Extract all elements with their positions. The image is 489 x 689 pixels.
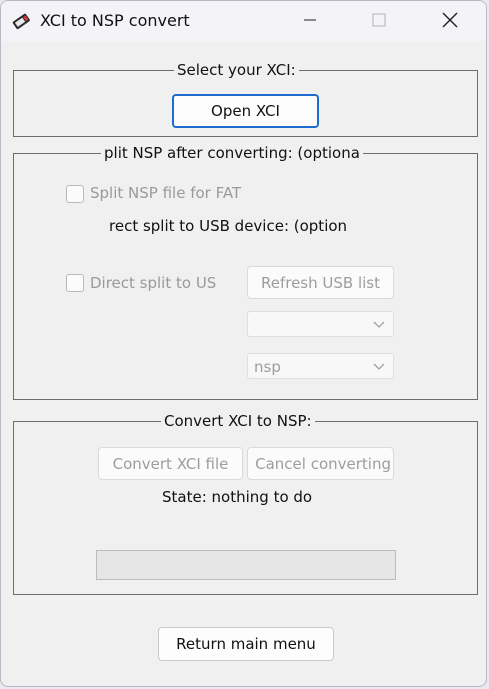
split-fat-checkbox[interactable] bbox=[66, 185, 84, 203]
format-value: nsp bbox=[254, 358, 281, 376]
cartridge-icon bbox=[12, 13, 30, 30]
minimize-icon bbox=[304, 19, 316, 21]
chevron-down-icon bbox=[373, 321, 385, 328]
direct-split-heading: rect split to USB device: (option bbox=[109, 217, 348, 235]
convert-progress-bar bbox=[96, 550, 396, 580]
close-button[interactable] bbox=[427, 1, 473, 39]
state-label: State: nothing to do bbox=[162, 488, 313, 506]
refresh-usb-button[interactable]: Refresh USB list bbox=[247, 266, 394, 299]
chevron-down-icon bbox=[373, 363, 385, 370]
convert-legend: Convert XCI to NSP: bbox=[164, 412, 312, 430]
direct-split-checkbox[interactable] bbox=[66, 274, 84, 292]
split-nsp-legend: plit NSP after converting: (optiona bbox=[104, 144, 360, 162]
cancel-converting-button[interactable]: Cancel converting bbox=[247, 447, 394, 480]
maximize-icon bbox=[372, 13, 386, 27]
return-main-menu-button[interactable]: Return main menu bbox=[158, 627, 334, 661]
format-select[interactable]: nsp bbox=[247, 353, 394, 379]
select-xci-legend: Select your XCI: bbox=[177, 61, 296, 79]
direct-split-label: Direct split to US bbox=[90, 274, 217, 292]
minimize-button[interactable] bbox=[287, 1, 333, 39]
maximize-button[interactable] bbox=[356, 1, 402, 39]
window-title: XCI to NSP convert bbox=[40, 11, 190, 30]
title-bar[interactable]: XCI to NSP convert bbox=[1, 1, 486, 41]
usb-device-select[interactable] bbox=[247, 311, 394, 337]
split-fat-label: Split NSP file for FAT bbox=[90, 184, 242, 202]
app-window: XCI to NSP convert Select your XCI: Open… bbox=[0, 0, 487, 687]
convert-xci-button[interactable]: Convert XCI file bbox=[98, 447, 243, 480]
close-icon bbox=[442, 12, 458, 28]
open-xci-button[interactable]: Open XCI bbox=[172, 94, 319, 128]
